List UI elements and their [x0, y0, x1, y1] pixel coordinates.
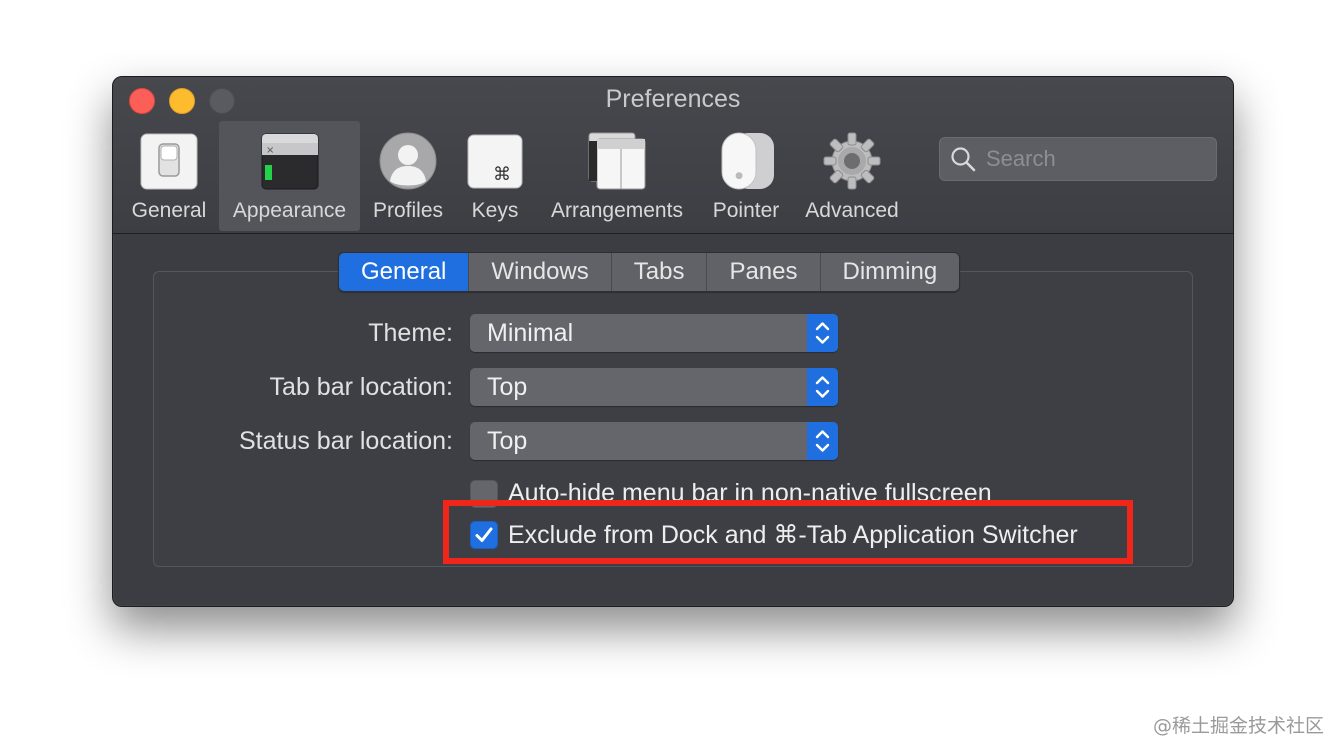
toolbar-profiles[interactable]: Profiles: [365, 121, 451, 231]
toolbar-keys[interactable]: ⌘ Keys: [459, 121, 531, 231]
status-bar-location-label: Status bar location:: [238, 427, 453, 455]
toolbar-keys-label: Keys: [471, 199, 519, 222]
toolbar-appearance[interactable]: × Appearance: [219, 121, 360, 231]
up-down-chevron-icon: [807, 314, 838, 352]
toolbar-pointer-label: Pointer: [712, 199, 780, 222]
tab-bar-location-popup[interactable]: Top: [470, 368, 838, 406]
person-silhouette-icon: [378, 131, 438, 191]
toolbar-pointer[interactable]: ● Pointer: [703, 121, 789, 231]
tab-general[interactable]: General: [339, 253, 470, 291]
mouse-icon: ●: [716, 131, 776, 191]
search-input[interactable]: [984, 145, 1208, 173]
windows-arrangement-icon: [587, 131, 647, 191]
terminal-window-icon: ×: [260, 131, 320, 191]
svg-text:×: ×: [266, 145, 274, 156]
toolbar-advanced[interactable]: Advanced: [797, 121, 907, 231]
appearance-tabs: General Windows Tabs Panes Dimming: [338, 252, 961, 292]
theme-value: Minimal: [487, 319, 574, 347]
gear-icon: [822, 131, 882, 191]
tab-panes[interactable]: Panes: [707, 253, 821, 291]
svg-text:⌘: ⌘: [493, 164, 511, 185]
watermark: @稀土掘金技术社区: [1152, 715, 1324, 737]
toolbar-appearance-label: Appearance: [232, 199, 347, 222]
search-field[interactable]: [939, 137, 1217, 181]
annotation-highlight-box: [443, 500, 1133, 564]
up-down-chevron-icon: [807, 422, 838, 460]
toolbar-arrangements-label: Arrangements: [551, 199, 683, 222]
toolbar-arrangements[interactable]: Arrangements: [541, 121, 693, 231]
general-switch-icon: [139, 131, 199, 191]
theme-label: Theme:: [368, 319, 453, 347]
command-key-icon: ⌘: [465, 131, 525, 191]
up-down-chevron-icon: [807, 368, 838, 406]
tab-windows[interactable]: Windows: [469, 253, 612, 291]
titlebar: Preferences General × Appearance Profile…: [113, 77, 1233, 234]
tab-bar-location-value: Top: [487, 373, 528, 401]
theme-popup[interactable]: Minimal: [470, 314, 838, 352]
toolbar-general-label: General: [131, 199, 207, 222]
tab-tabs[interactable]: Tabs: [611, 253, 708, 291]
window-title: Preferences: [605, 85, 741, 113]
svg-text:●: ●: [735, 171, 743, 181]
toolbar-general[interactable]: General: [125, 121, 213, 231]
tab-bar-location-label: Tab bar location:: [269, 373, 453, 401]
tab-dimming[interactable]: Dimming: [820, 253, 960, 291]
toolbar-profiles-label: Profiles: [372, 199, 444, 222]
status-bar-location-value: Top: [487, 427, 528, 455]
search-icon: [950, 146, 976, 172]
toolbar-advanced-label: Advanced: [805, 199, 899, 222]
status-bar-location-popup[interactable]: Top: [470, 422, 838, 460]
